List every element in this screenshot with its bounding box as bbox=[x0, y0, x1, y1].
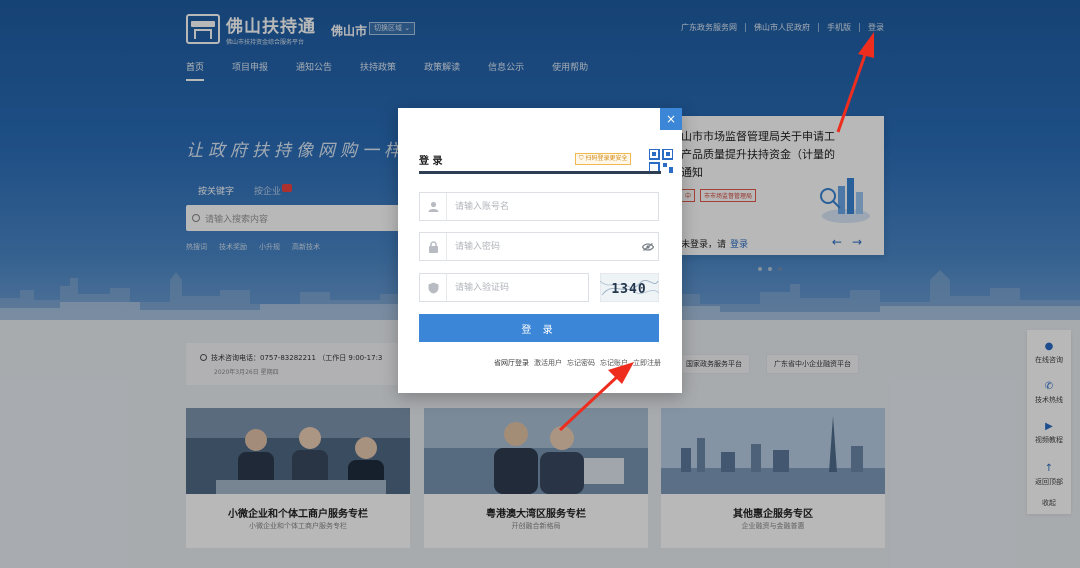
title-underline bbox=[419, 171, 661, 174]
captcha-input[interactable] bbox=[447, 275, 588, 300]
activate-user-link[interactable]: 激活用户 bbox=[534, 358, 562, 368]
province-hall-login-link[interactable]: 省网厅登录 bbox=[494, 358, 529, 368]
register-link[interactable]: 立即注册 bbox=[633, 358, 661, 368]
login-title: 登 录 bbox=[419, 156, 443, 167]
shield-icon: ⛉ bbox=[579, 155, 584, 162]
login-dialog: × 登 录 ⛉ 扫码登录更安全 1340 登 录 bbox=[398, 108, 682, 393]
password-input[interactable] bbox=[447, 234, 638, 259]
password-field[interactable] bbox=[419, 232, 659, 261]
shield-check-icon bbox=[420, 274, 447, 301]
captcha-image[interactable]: 1340 bbox=[600, 273, 659, 302]
user-icon bbox=[420, 193, 447, 220]
captcha-text: 1340 bbox=[611, 282, 646, 297]
forgot-password-link[interactable]: 忘记密码 bbox=[567, 358, 595, 368]
qr-login-hint-text: 扫码登录更安全 bbox=[585, 155, 628, 162]
captcha-field[interactable] bbox=[419, 273, 589, 302]
lock-icon bbox=[420, 233, 447, 260]
account-field[interactable] bbox=[419, 192, 659, 221]
login-button[interactable]: 登 录 bbox=[419, 314, 659, 342]
qr-code-icon[interactable] bbox=[649, 149, 673, 173]
close-icon[interactable]: × bbox=[660, 108, 682, 130]
account-input[interactable] bbox=[447, 194, 658, 219]
login-links: 省网厅登录 激活用户 忘记密码 忘记账户 立即注册 bbox=[494, 358, 661, 368]
qr-login-hint[interactable]: ⛉ 扫码登录更安全 bbox=[575, 153, 632, 165]
forgot-account-link[interactable]: 忘记账户 bbox=[600, 358, 628, 368]
hide-password-eye-icon[interactable] bbox=[638, 242, 658, 251]
